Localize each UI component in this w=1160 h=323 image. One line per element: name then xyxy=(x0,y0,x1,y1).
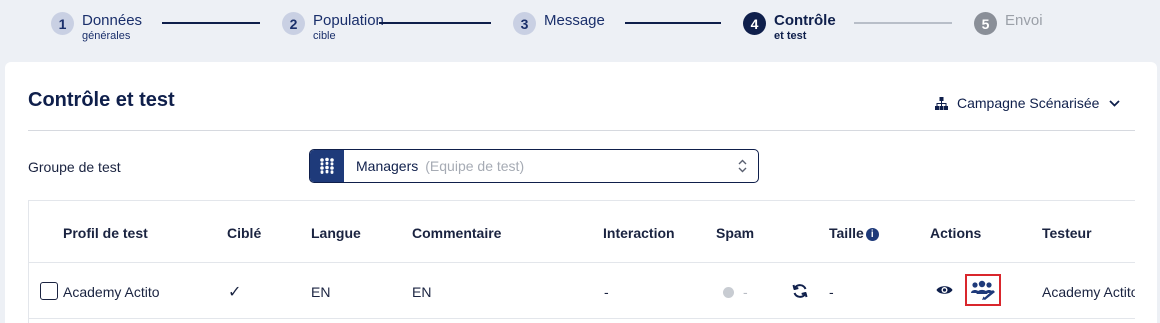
step-1[interactable]: 1 Données générales xyxy=(51,11,142,42)
step-connector xyxy=(854,22,952,24)
chevron-down-icon xyxy=(1109,99,1121,107)
column-header-tester: Testeur xyxy=(1042,225,1092,241)
test-profiles-table: Profil de test Ciblé Langue Commentaire … xyxy=(28,200,1135,323)
cell-interaction: - xyxy=(604,284,609,300)
page-title: Contrôle et test xyxy=(28,89,175,111)
users-group-icon xyxy=(310,150,344,182)
step-sublabel: générales xyxy=(82,30,131,42)
sitemap-icon xyxy=(935,96,948,110)
assign-tester-button[interactable] xyxy=(965,274,1001,306)
step-label: Envoi xyxy=(1005,12,1043,29)
stepper: 1 Données générales 2 Population cible 3… xyxy=(0,0,1160,62)
scenario-campaign-dropdown[interactable]: Campagne Scénarisée xyxy=(935,95,1129,111)
step-connector xyxy=(162,22,260,24)
step-label: Population xyxy=(313,12,384,29)
step-connector xyxy=(625,22,721,24)
step-label: Contrôle xyxy=(774,12,836,29)
column-header-targeted: Ciblé xyxy=(227,225,262,241)
step-3[interactable]: 3 Message xyxy=(513,11,605,35)
cell-targeted: ✓ xyxy=(228,284,242,301)
step-number: 5 xyxy=(974,12,997,35)
step-5: 5 Envoi xyxy=(974,11,1043,35)
column-header-comment: Commentaire xyxy=(412,225,502,241)
divider xyxy=(28,130,1135,131)
control-test-card: Contrôle et test Campagne Scénarisée Gro… xyxy=(5,62,1157,323)
step-label: Données xyxy=(82,12,143,29)
cell-size: - xyxy=(829,284,834,300)
row-divider xyxy=(29,262,1135,263)
size-header-label: Taille xyxy=(829,225,864,241)
step-number: 1 xyxy=(51,12,74,35)
select-value: Managers xyxy=(356,158,419,174)
scenario-label: Campagne Scénarisée xyxy=(957,95,1100,111)
step-sublabel: cible xyxy=(313,30,336,42)
info-icon[interactable]: i xyxy=(865,228,879,241)
step-4[interactable]: 4 Contrôle et test xyxy=(743,11,836,42)
row-checkbox[interactable] xyxy=(40,282,58,300)
select-subvalue: (Equipe de test) xyxy=(425,158,525,174)
step-2[interactable]: 2 Population cible xyxy=(282,11,384,42)
column-header-interaction: Interaction xyxy=(603,225,675,241)
cell-language: EN xyxy=(311,284,331,300)
column-header-profile: Profil de test xyxy=(63,225,148,241)
row-divider xyxy=(29,318,1135,319)
step-connector xyxy=(379,22,491,24)
up-down-arrows-icon xyxy=(738,159,747,173)
column-header-size: Taille i xyxy=(829,225,879,241)
test-group-select[interactable]: Managers (Equipe de test) xyxy=(309,149,759,183)
step-number: 3 xyxy=(513,12,536,35)
cell-profile: Academy Actito xyxy=(63,284,160,300)
spam-status-dot xyxy=(723,287,734,298)
cell-spam: - xyxy=(743,284,748,300)
column-header-language: Langue xyxy=(311,225,361,241)
user-assign-icon xyxy=(971,280,995,300)
step-sublabel: et test xyxy=(774,30,807,42)
eye-icon[interactable] xyxy=(936,284,953,296)
cell-tester: Academy Actito xyxy=(1042,284,1135,300)
column-header-spam: Spam xyxy=(716,225,755,241)
cell-comment: EN xyxy=(412,284,432,300)
refresh-icon[interactable] xyxy=(792,283,808,299)
step-number: 4 xyxy=(743,12,766,35)
test-group-label: Groupe de test xyxy=(28,159,121,175)
step-number: 2 xyxy=(282,12,305,35)
step-label: Message xyxy=(544,12,605,29)
column-header-actions: Actions xyxy=(930,225,982,241)
